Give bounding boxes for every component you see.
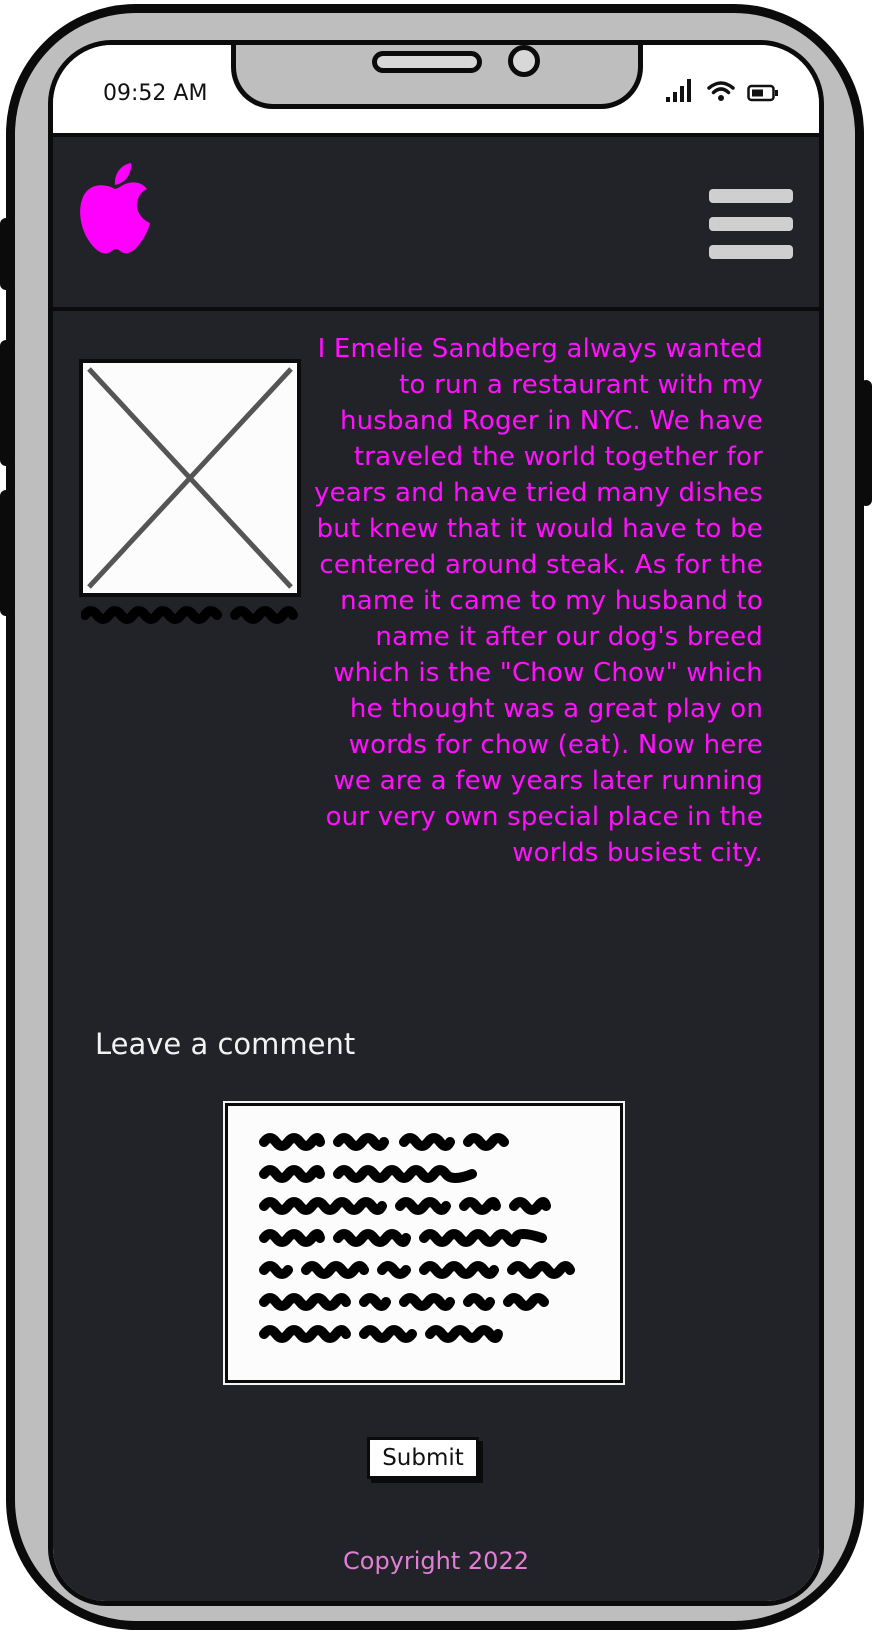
front-camera (508, 45, 540, 77)
image-caption-scribble (81, 606, 298, 624)
site-header (53, 137, 819, 311)
submit-button[interactable]: Submit (367, 1437, 479, 1479)
phone-mockup: 09:52 AM I Emelie Sandberg always wanted… (0, 0, 872, 1636)
status-icons (665, 77, 779, 103)
comment-textarea[interactable] (223, 1101, 625, 1385)
notch (231, 45, 643, 109)
app-content: I Emelie Sandberg always wanted to run a… (53, 133, 819, 1601)
image-placeholder-icon (79, 359, 301, 597)
comment-heading: Leave a comment (95, 1027, 356, 1061)
status-bar: 09:52 AM (53, 45, 819, 133)
speaker-grille (372, 51, 482, 73)
phone-side-button (0, 218, 12, 290)
copyright-text: Copyright 2022 (343, 1547, 529, 1575)
phone-screen: 09:52 AM I Emelie Sandberg always wanted… (48, 40, 824, 1606)
phone-volume-up-button (0, 340, 12, 466)
status-time: 09:52 AM (103, 81, 208, 106)
wifi-icon (707, 81, 735, 101)
comment-scribble-text (259, 1133, 575, 1343)
phone-volume-down-button (0, 490, 12, 616)
signal-icon (666, 79, 691, 102)
apple-logo-icon[interactable] (75, 161, 155, 257)
hamburger-menu-icon[interactable] (709, 189, 793, 261)
image-placeholder-cross (87, 367, 293, 589)
battery-icon (747, 84, 778, 102)
phone-power-button (860, 380, 872, 506)
about-bio-text: I Emelie Sandberg always wanted to run a… (313, 334, 763, 868)
